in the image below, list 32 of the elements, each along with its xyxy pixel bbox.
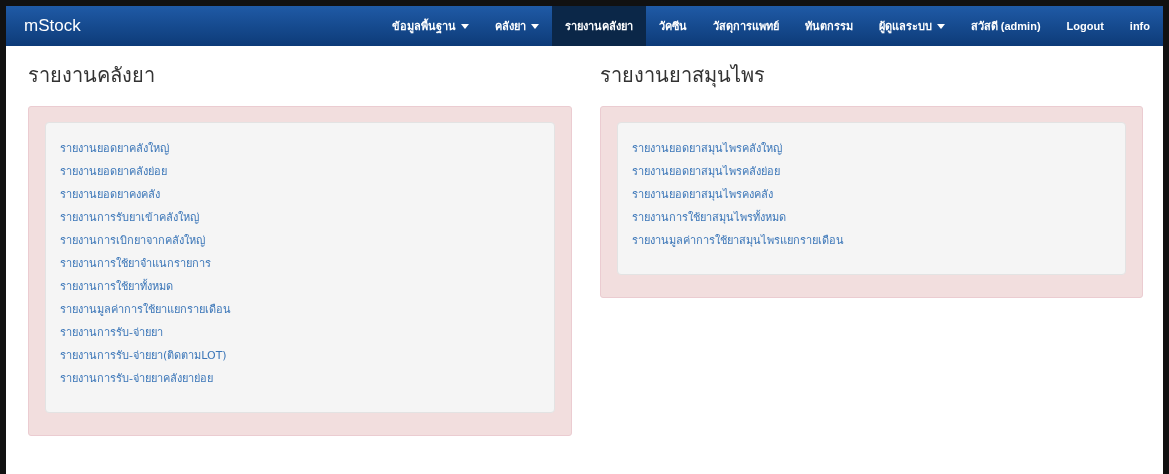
report-link[interactable]: รายงานยอดยาสมุนไพรคลังใหญ่ — [631, 137, 782, 160]
report-link[interactable]: รายงานการรับยาเข้าคลังใหญ่ — [60, 206, 199, 229]
report-link[interactable]: รายงานยอดยาคลังย่อย — [60, 160, 167, 183]
nav-item[interactable]: ทันตกรรม — [791, 6, 866, 46]
report-link[interactable]: รายงานยอดยาสมุนไพรคลังย่อย — [631, 160, 780, 183]
caret-icon — [530, 23, 539, 29]
nav-item[interactable]: วัคซีน — [645, 6, 700, 46]
caret-icon — [460, 23, 469, 29]
report-link[interactable]: รายงานยอดยาคงคลัง — [60, 183, 160, 206]
brand-name[interactable]: mStock — [24, 16, 81, 36]
nav-item[interactable]: คลังยา — [481, 6, 552, 46]
report-link[interactable]: รายงานการรับ-จ่ายยาคลังยาย่อย — [60, 367, 213, 390]
nav-item[interactable]: วัสดุการแพทย์ — [699, 6, 792, 46]
report-link[interactable]: รายงานการรับ-จ่ายยา — [60, 321, 163, 344]
nav-item[interactable]: รายงานคลังยา — [551, 6, 646, 46]
caret-icon — [936, 23, 945, 29]
nav-item[interactable]: สวัสดี (admin) — [957, 6, 1054, 46]
report-link[interactable]: รายงานมูลค่าการใช้ยาสมุนไพรแยกรายเดือน — [631, 229, 844, 252]
report-link[interactable]: รายงานมูลค่าการใช้ยาแยกรายเดือน — [60, 298, 231, 321]
section-title: รายงานยาสมุนไพร — [599, 62, 766, 90]
section-title: รายงานคลังยา — [28, 62, 156, 89]
report-link[interactable]: รายงานการเบิกยาจากคลังใหญ่ — [60, 229, 205, 252]
nav-item[interactable]: info — [1116, 6, 1163, 46]
report-link[interactable]: รายงานการรับ-จ่ายยา(ติดตามLOT) — [60, 344, 227, 367]
report-link[interactable]: รายงานยอดยาสมุนไพรคงคลัง — [631, 183, 773, 206]
report-link[interactable]: รายงานการใช้ยาจำแนกรายการ — [60, 252, 211, 275]
nav-item[interactable]: Logout — [1053, 6, 1117, 46]
report-link[interactable]: รายงานยอดยาคลังใหญ่ — [60, 137, 169, 160]
nav-item[interactable]: ผู้ดูแลระบบ — [865, 6, 958, 46]
nav-item[interactable]: ข้อมูลพื้นฐาน — [378, 6, 482, 46]
report-link[interactable]: รายงานการใช้ยาสมุนไพรทั้งหมด — [631, 206, 786, 229]
report-link[interactable]: รายงานการใช้ยาทั้งหมด — [60, 275, 173, 298]
